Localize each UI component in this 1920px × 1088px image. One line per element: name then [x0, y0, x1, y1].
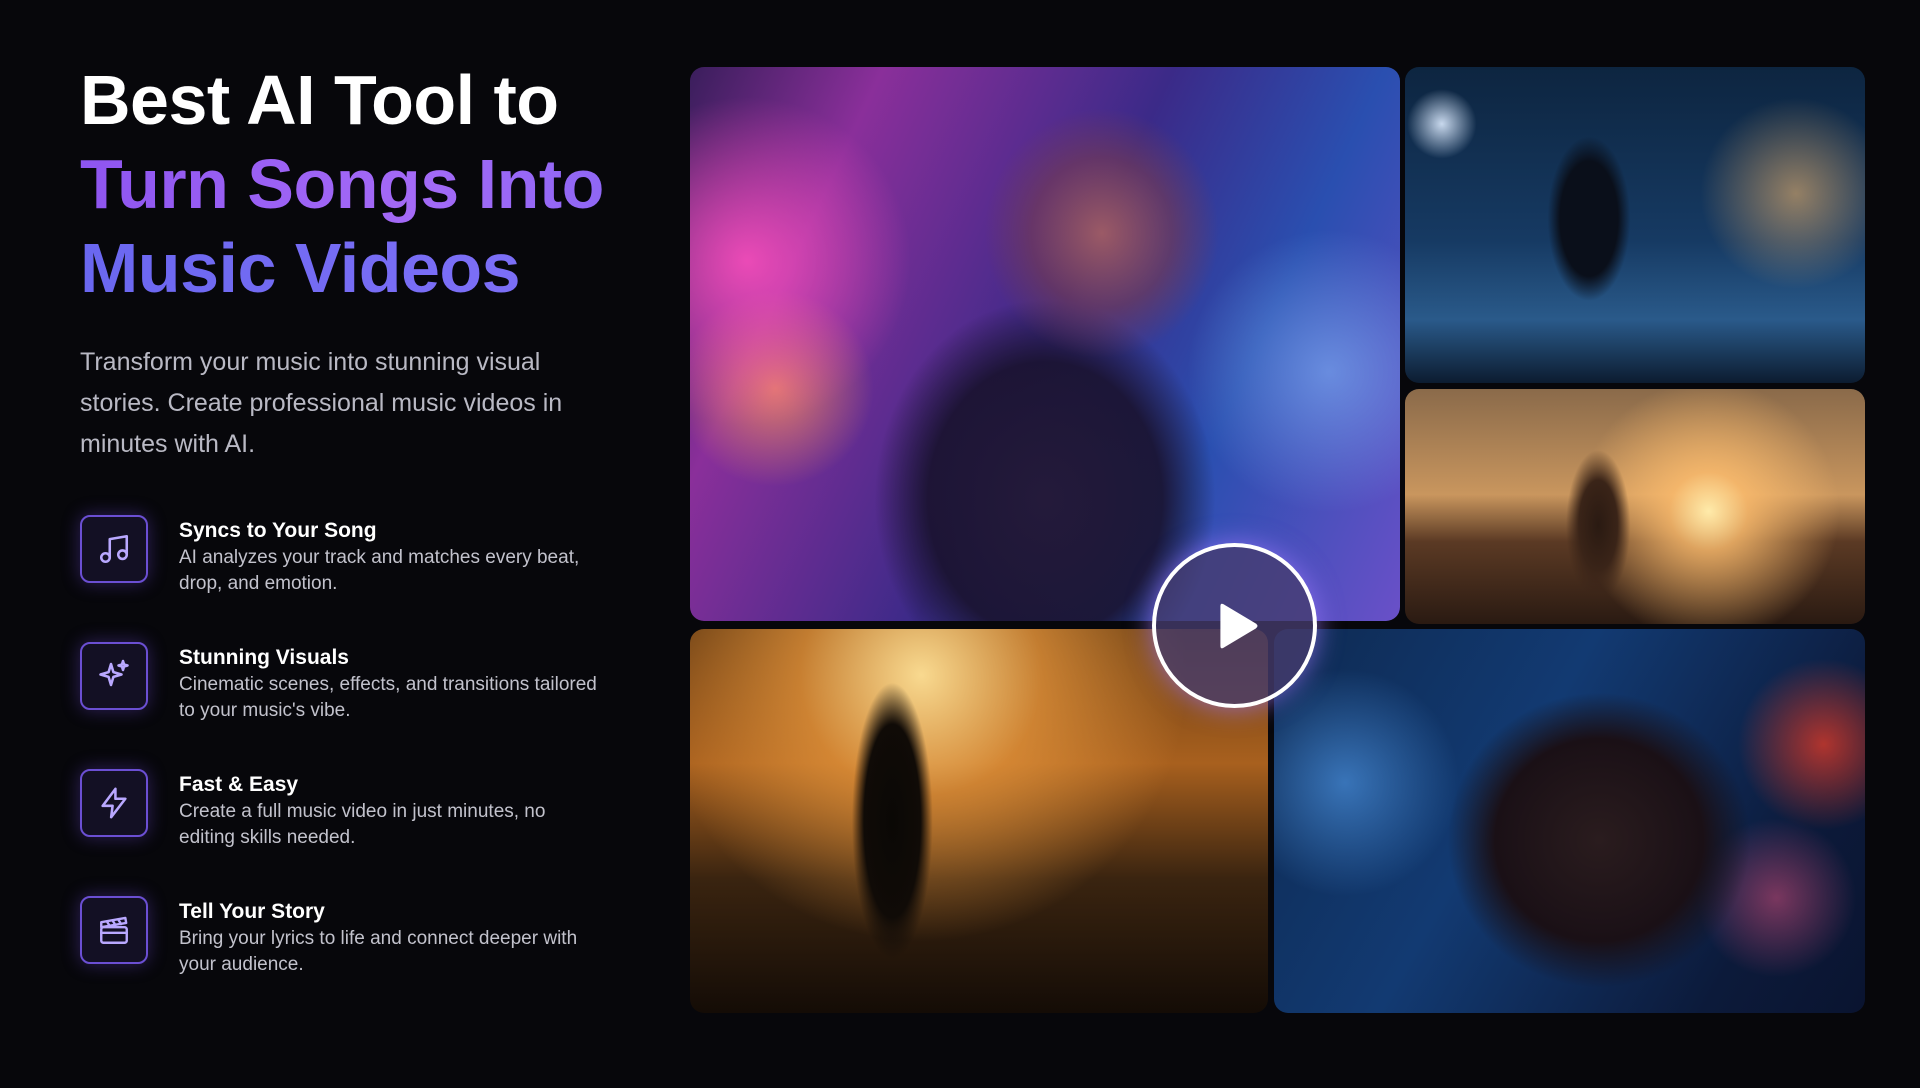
- gallery-image-portrait-glasses: [1274, 629, 1865, 1013]
- gallery-image-desert-dancer: [1405, 389, 1865, 624]
- hero-description: Transform your music into stunning visua…: [80, 348, 563, 458]
- feature-list: Syncs to Your Song AI analyzes your trac…: [80, 515, 640, 1023]
- feature-title: Tell Your Story: [179, 900, 325, 923]
- feature-item-fast: Fast & Easy Create a full music video in…: [80, 769, 640, 896]
- headline-line-2: Turn Songs Into: [80, 142, 640, 226]
- hero-section: Best AI Tool to Turn Songs Into Music Vi…: [80, 58, 640, 1023]
- feature-item-visuals: Stunning Visuals Cinematic scenes, effec…: [80, 642, 640, 769]
- feature-description: Create a full music video in just minute…: [179, 801, 546, 848]
- feature-item-story: Tell Your Story Bring your lyrics to lif…: [80, 896, 640, 1023]
- feature-description: Bring your lyrics to life and connect de…: [179, 928, 578, 975]
- feature-item-sync: Syncs to Your Song AI analyzes your trac…: [80, 515, 640, 642]
- lightning-icon: [80, 769, 148, 837]
- headline-line-1: Best AI Tool to: [80, 61, 559, 139]
- gallery-image-neon-woman: [690, 67, 1400, 621]
- sparkle-icon: [80, 642, 148, 710]
- headline-line-3: Music Videos: [80, 226, 640, 310]
- feature-description: AI analyzes your track and matches every…: [179, 547, 580, 594]
- gallery-image-night-street: [1405, 67, 1865, 383]
- clapperboard-icon: [80, 896, 148, 964]
- headline: Best AI Tool to Turn Songs Into Music Vi…: [80, 58, 640, 310]
- play-button[interactable]: [1152, 543, 1317, 708]
- music-note-icon: [80, 515, 148, 583]
- feature-title: Stunning Visuals: [179, 646, 349, 669]
- feature-description: Cinematic scenes, effects, and transitio…: [179, 674, 597, 721]
- feature-title: Fast & Easy: [179, 773, 299, 796]
- play-icon: [1219, 603, 1257, 648]
- feature-title: Syncs to Your Song: [179, 519, 377, 542]
